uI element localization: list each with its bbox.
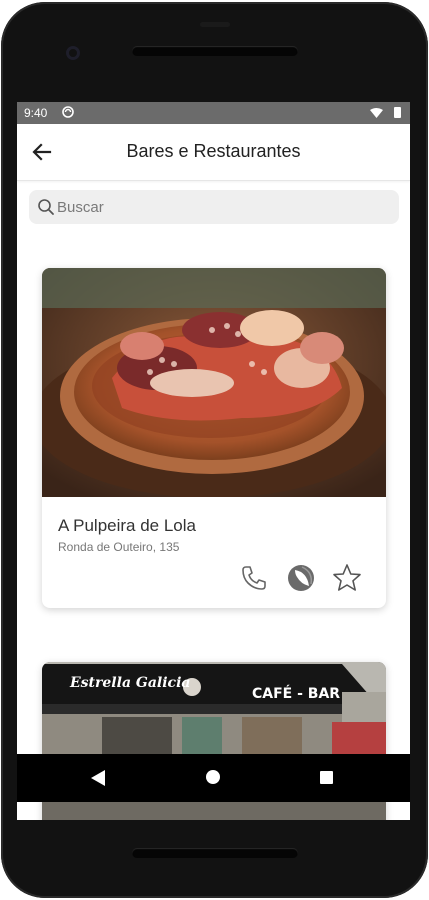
android-nav-bar <box>17 754 410 802</box>
restaurant-photo <box>42 268 386 497</box>
app-screen: 9:40 Bares e Restaurantes Buscar A Pulpe… <box>17 102 410 820</box>
earpiece-speaker <box>132 46 298 56</box>
nav-back-icon[interactable] <box>91 770 105 786</box>
battery-icon <box>394 107 401 118</box>
phone-top-slit <box>200 22 230 27</box>
search-input[interactable] <box>57 190 387 224</box>
star-icon[interactable] <box>331 562 363 594</box>
status-time: 9:40 <box>24 106 48 120</box>
phone-frame: 9:40 Bares e Restaurantes Buscar A Pulpe… <box>0 0 429 900</box>
status-bar: 9:40 <box>17 102 410 124</box>
restaurant-address: Ronda de Outeiro, 135 <box>58 540 180 554</box>
sync-icon <box>62 106 74 118</box>
search-icon <box>38 199 54 215</box>
front-camera <box>66 46 80 60</box>
page-title: Bares e Restaurantes <box>126 141 301 161</box>
bottom-speaker <box>132 848 298 858</box>
app-bar: Bares e Restaurantes <box>17 124 410 181</box>
nav-home-icon[interactable] <box>206 770 220 784</box>
restaurant-name: A Pulpeira de Lola <box>58 516 196 535</box>
nav-recent-apps-icon[interactable] <box>320 771 333 784</box>
sign-brand-text: Estrella Galicia <box>69 675 190 691</box>
phone-icon[interactable] <box>238 562 270 594</box>
wifi-icon <box>370 108 383 118</box>
restaurant-card[interactable]: A Pulpeira de Lola Ronda de Outeiro, 135 <box>42 268 386 608</box>
sign-type-text: CAFÉ - BAR <box>252 685 340 702</box>
search-bar[interactable] <box>29 190 399 224</box>
map-icon[interactable] <box>285 562 317 594</box>
